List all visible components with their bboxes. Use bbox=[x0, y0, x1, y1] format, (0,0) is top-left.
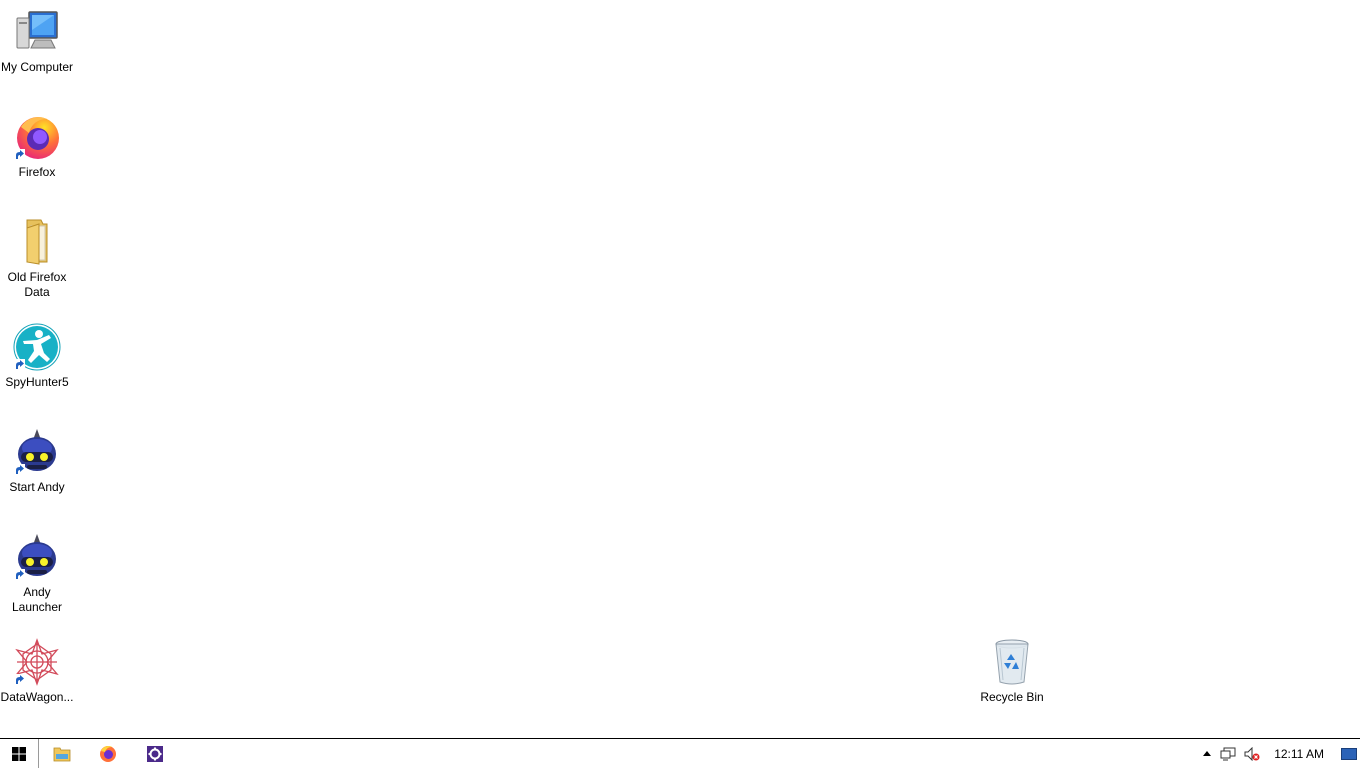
shortcut-arrow-icon bbox=[13, 464, 25, 476]
chevron-up-icon bbox=[1203, 750, 1212, 756]
desktop-icon-andy-launcher[interactable]: Andy Launcher bbox=[0, 533, 74, 615]
spyhunter-icon bbox=[13, 323, 61, 371]
shortcut-arrow-icon bbox=[13, 569, 25, 581]
andy-icon bbox=[13, 533, 61, 581]
show-desktop-icon bbox=[1341, 747, 1357, 760]
taskbar-settings-app-button[interactable] bbox=[141, 739, 169, 768]
desktop: My Computer Firefox Old Firefox Data Spy… bbox=[0, 0, 1360, 738]
show-desktop-button[interactable] bbox=[1338, 739, 1360, 768]
system-tray: 12:11 AM bbox=[1198, 739, 1360, 768]
clock[interactable]: 12:11 AM bbox=[1264, 739, 1338, 768]
desktop-icon-my-computer[interactable]: My Computer bbox=[0, 8, 74, 75]
desktop-icon-label: Start Andy bbox=[9, 480, 65, 494]
show-hidden-icons-button[interactable] bbox=[1198, 739, 1216, 768]
network-status-button[interactable] bbox=[1216, 739, 1240, 768]
desktop-icon-label: My Computer bbox=[0, 60, 74, 74]
desktop-icon-recycle-bin[interactable]: Recycle Bin bbox=[975, 638, 1049, 705]
desktop-icon-start-andy[interactable]: Start Andy bbox=[0, 428, 74, 495]
firefox-icon bbox=[100, 745, 116, 762]
taskbar-firefox-button[interactable] bbox=[94, 739, 122, 768]
desktop-icon-label: Old Firefox Data bbox=[7, 270, 67, 299]
taskbar-file-explorer-button[interactable] bbox=[48, 739, 76, 768]
folder-icon bbox=[13, 218, 61, 266]
start-button[interactable] bbox=[0, 739, 39, 768]
network-icon bbox=[1220, 747, 1236, 760]
desktop-icon-label: Recycle Bin bbox=[980, 690, 1044, 704]
file-explorer-icon bbox=[53, 747, 71, 761]
desktop-icon-old-firefox-data[interactable]: Old Firefox Data bbox=[0, 218, 74, 300]
desktop-icon-datawagon[interactable]: DataWagon... bbox=[0, 638, 74, 705]
andy-icon bbox=[13, 428, 61, 476]
firefox-icon bbox=[13, 113, 61, 161]
desktop-icon-label: SpyHunter5 bbox=[5, 375, 69, 389]
desktop-icon-label: DataWagon... bbox=[0, 690, 74, 704]
gear-icon bbox=[147, 745, 163, 762]
recycle-bin-icon bbox=[988, 638, 1036, 686]
windows-logo-icon bbox=[12, 746, 26, 761]
datawagon-icon bbox=[13, 638, 61, 686]
desktop-icon-firefox[interactable]: Firefox bbox=[0, 113, 74, 180]
computer-icon bbox=[13, 8, 61, 56]
volume-muted-icon bbox=[1244, 746, 1260, 761]
taskbar: 12:11 AM bbox=[0, 738, 1360, 768]
shortcut-arrow-icon bbox=[13, 359, 25, 371]
desktop-icon-label: Andy Launcher bbox=[11, 585, 63, 614]
shortcut-arrow-icon bbox=[13, 149, 25, 161]
desktop-icon-spyhunter5[interactable]: SpyHunter5 bbox=[0, 323, 74, 390]
shortcut-arrow-icon bbox=[13, 674, 25, 686]
desktop-icon-label: Firefox bbox=[18, 165, 56, 179]
volume-button[interactable] bbox=[1240, 739, 1264, 768]
